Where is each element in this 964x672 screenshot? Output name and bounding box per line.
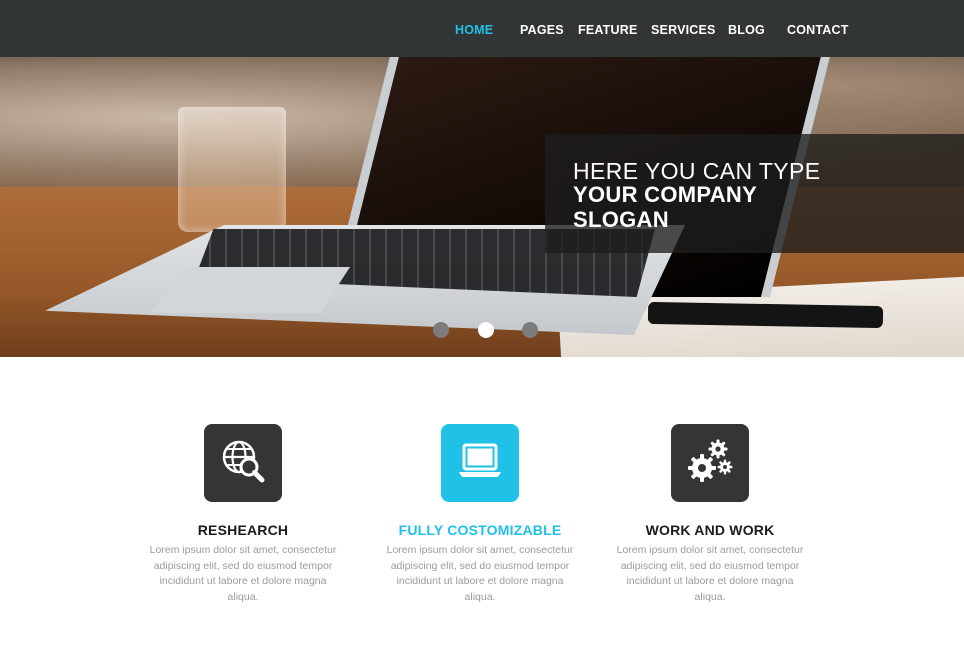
hero-slider: HERE YOU CAN TYPE YOUR COMPANY SLOGAN xyxy=(0,57,964,357)
nav-feature[interactable]: FEATURE xyxy=(578,23,638,37)
slider-dot-3[interactable] xyxy=(522,322,538,338)
gears-icon xyxy=(685,436,735,491)
feature-description: Lorem ipsum dolor sit amet, consectetur … xyxy=(149,544,337,603)
feature-icon-box xyxy=(441,424,519,502)
slogan-line-1: HERE YOU CAN TYPE xyxy=(573,158,821,184)
feature-work: WORK AND WORK Lorem ipsum dolor sit amet… xyxy=(610,424,810,605)
slider-dot-1[interactable] xyxy=(433,322,449,338)
feature-title: RESHEARCH xyxy=(197,522,289,538)
feature-title: WORK AND WORK xyxy=(645,522,775,538)
nav-pages[interactable]: PAGES xyxy=(520,23,564,37)
hero-phone-image xyxy=(647,301,884,329)
feature-icon-box xyxy=(204,424,282,502)
globe-search-icon xyxy=(219,437,267,490)
nav-blog[interactable]: BLOG xyxy=(728,23,765,37)
slider-dot-2[interactable] xyxy=(478,322,494,338)
feature-customizable: FULLY COSTOMIZABLE Lorem ipsum dolor sit… xyxy=(380,424,580,605)
feature-title: FULLY COSTOMIZABLE xyxy=(398,522,562,538)
nav-services[interactable]: SERVICES xyxy=(651,23,716,37)
nav-contact[interactable]: CONTACT xyxy=(787,23,849,37)
feature-description: Lorem ipsum dolor sit amet, consectetur … xyxy=(616,544,804,603)
hero-glass-image xyxy=(178,107,286,232)
nav-home[interactable]: HOME xyxy=(455,23,493,37)
feature-research: RESHEARCH Lorem ipsum dolor sit amet, co… xyxy=(143,424,343,605)
feature-description: Lorem ipsum dolor sit amet, consectetur … xyxy=(386,544,574,603)
laptop-icon xyxy=(457,441,503,486)
feature-icon-box xyxy=(671,424,749,502)
slogan-line-2: YOUR COMPANY SLOGAN xyxy=(573,182,757,232)
top-navbar: HOME PAGES FEATURE SERVICES BLOG CONTACT xyxy=(0,0,964,57)
slogan-box: HERE YOU CAN TYPE YOUR COMPANY SLOGAN xyxy=(545,134,964,253)
